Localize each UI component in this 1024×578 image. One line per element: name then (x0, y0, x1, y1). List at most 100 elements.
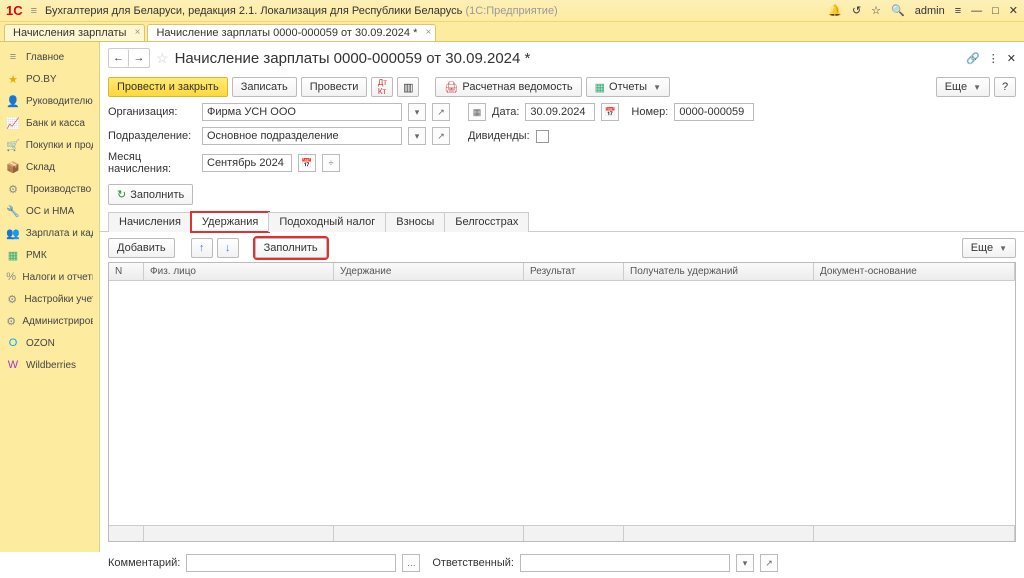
link-icon[interactable]: 🔗 (966, 52, 980, 65)
app-title: Бухгалтерия для Беларуси, редакция 2.1. … (45, 5, 828, 17)
structure-button[interactable]: ▥ (397, 77, 419, 97)
sidebar-icon: % (6, 270, 16, 284)
resp-label: Ответственный: (432, 557, 514, 569)
reports-button[interactable]: ▦Отчеты▼ (586, 77, 670, 97)
comment-input[interactable] (186, 554, 396, 572)
sidebar-label: Wildberries (26, 360, 76, 371)
back-button[interactable]: ← (109, 49, 129, 67)
grid[interactable]: NФиз. лицоУдержаниеРезультатПолучатель у… (108, 262, 1016, 542)
sidebar-item[interactable]: 📦Склад (0, 156, 99, 178)
kebab-icon[interactable]: ⋮ (988, 52, 999, 65)
dropdown-icon[interactable]: ▾ (408, 127, 426, 145)
dropdown-icon[interactable]: ▾ (408, 103, 426, 121)
move-up-button[interactable]: ↑ (191, 238, 213, 258)
sidebar-icon: ★ (6, 72, 20, 86)
dropdown-icon[interactable]: ▾ (736, 554, 754, 572)
grid-column-header[interactable]: Удержание (334, 263, 524, 280)
sidebar-label: Руководителю (26, 96, 93, 107)
dept-input[interactable] (202, 127, 402, 145)
sidebar-item[interactable]: OOZON (0, 332, 99, 354)
close-icon[interactable]: ✕ (1009, 4, 1018, 17)
spinner-icon[interactable]: ÷ (322, 154, 340, 172)
maximize-icon[interactable]: □ (992, 5, 999, 17)
sidebar-item[interactable]: ▦ РМК (0, 244, 99, 266)
payroll-button[interactable]: 🖨Расчетная ведомость (435, 77, 581, 97)
doc-toolbar: Провести и закрыть Записать Провести ДтК… (100, 74, 1024, 100)
subtab[interactable]: Начисления (108, 212, 192, 232)
num-input[interactable] (674, 103, 754, 121)
app-tab[interactable]: Начисление зарплаты 0000-000059 от 30.09… (147, 24, 436, 41)
sidebar-item[interactable]: ★PO.BY (0, 68, 99, 90)
more-button[interactable]: Еще▼ (936, 77, 990, 97)
sidebar-icon: 🛒 (6, 138, 20, 152)
post-button[interactable]: Провести (301, 77, 368, 97)
sidebar-item[interactable]: 🔧ОС и НМА (0, 200, 99, 222)
sidebar-label: Налоги и отчетность (22, 272, 93, 283)
settings-icon[interactable]: ≡ (955, 5, 961, 17)
help-button[interactable]: ? (994, 77, 1016, 97)
add-button[interactable]: Добавить (108, 238, 175, 258)
subtab[interactable]: Белгосстрах (444, 212, 529, 232)
sidebar-label: Зарплата и кадры (26, 228, 93, 239)
org-input[interactable] (202, 103, 402, 121)
expand-icon[interactable]: … (402, 554, 420, 572)
calendar-picker-icon[interactable]: 📅 (601, 103, 619, 121)
subtab[interactable]: Удержания (191, 212, 269, 232)
grid-column-header[interactable]: Результат (524, 263, 624, 280)
grid-body[interactable] (109, 281, 1015, 525)
grid-column-header[interactable]: Физ. лицо (144, 263, 334, 280)
fill-tab-button[interactable]: Заполнить (255, 238, 327, 258)
post-close-button[interactable]: Провести и закрыть (108, 77, 228, 97)
sidebar-item[interactable]: ⚙Настройки учета (0, 288, 99, 310)
minimize-icon[interactable]: — (971, 5, 982, 17)
move-down-button[interactable]: ↓ (217, 238, 239, 258)
sidebar-item[interactable]: ⚙Производство (0, 178, 99, 200)
fill-button[interactable]: ↻Заполнить (108, 184, 193, 205)
open-icon[interactable]: ↗ (760, 554, 778, 572)
user-label[interactable]: admin (915, 5, 945, 17)
bell-icon[interactable]: 🔔 (828, 4, 842, 17)
sidebar-item[interactable]: 🛒Покупки и продажи (0, 134, 99, 156)
tab-close-icon[interactable]: × (426, 27, 432, 38)
open-icon[interactable]: ↗ (432, 103, 450, 121)
favorite-icon[interactable]: ☆ (871, 4, 881, 17)
dividends-checkbox[interactable] (536, 130, 549, 143)
sidebar: ≡Главное★PO.BY👤Руководителю📈Банк и касса… (0, 42, 100, 552)
month-input[interactable] (202, 154, 292, 172)
search-icon[interactable]: 🔍 (891, 4, 905, 17)
calendar-picker-icon[interactable]: 📅 (298, 154, 316, 172)
sidebar-label: РМК (26, 250, 47, 261)
resp-input[interactable] (520, 554, 730, 572)
sidebar-item[interactable]: ≡Главное (0, 46, 99, 68)
grid-column-header[interactable]: Получатель удержаний (624, 263, 814, 280)
forward-button[interactable]: → (129, 49, 149, 67)
subtab[interactable]: Взносы (385, 212, 445, 232)
subtab[interactable]: Подоходный налог (268, 212, 386, 232)
sidebar-item[interactable]: % Налоги и отчетность (0, 266, 99, 288)
grid-column-header[interactable]: Документ-основание (814, 263, 1015, 280)
app-tab[interactable]: Начисления зарплаты× (4, 24, 145, 41)
calendar-icon[interactable]: ▦ (468, 103, 486, 121)
sidebar-item[interactable]: 👥 Зарплата и кадры (0, 222, 99, 244)
sidebar-icon: 👥 (6, 226, 20, 240)
tab-close-icon[interactable]: × (135, 27, 141, 38)
history-icon[interactable]: ↺ (852, 4, 861, 17)
more-button[interactable]: Еще▼ (962, 238, 1016, 258)
sidebar-icon: ≡ (6, 50, 20, 64)
sidebar-icon: ⚙ (6, 292, 18, 306)
grid-column-header[interactable]: N (109, 263, 144, 280)
sidebar-item[interactable]: ⚙Администрирование (0, 310, 99, 332)
star-icon[interactable]: ☆ (156, 50, 169, 67)
close-doc-icon[interactable]: ✕ (1007, 52, 1016, 65)
menu-icon[interactable]: ≡ (31, 5, 37, 17)
sidebar-icon: ▦ (6, 248, 20, 262)
div-label: Дивиденды: (468, 130, 530, 142)
dt-kt-button[interactable]: ДтКт (371, 77, 393, 97)
sidebar-item[interactable]: WWildberries (0, 354, 99, 376)
sidebar-icon: 📈 (6, 116, 20, 130)
open-icon[interactable]: ↗ (432, 127, 450, 145)
sidebar-item[interactable]: 👤Руководителю (0, 90, 99, 112)
date-input[interactable] (525, 103, 595, 121)
sidebar-item[interactable]: 📈Банк и касса (0, 112, 99, 134)
save-button[interactable]: Записать (232, 77, 297, 97)
